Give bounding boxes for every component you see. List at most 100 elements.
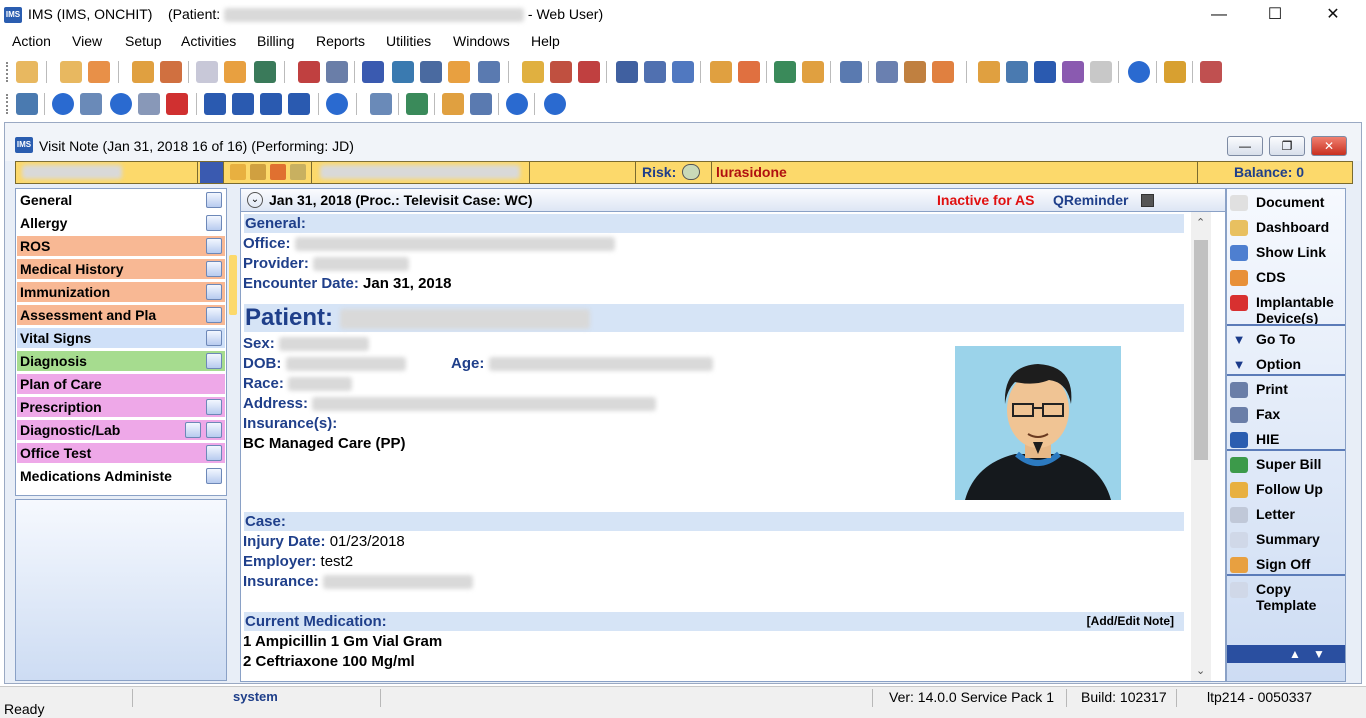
open-folder-icon[interactable] — [16, 93, 38, 115]
note-scrollbar[interactable]: ⌃ ⌄ — [1191, 212, 1211, 681]
word-icon[interactable] — [1034, 61, 1056, 83]
menu-utilities[interactable]: Utilities — [386, 33, 431, 49]
ledger-icon[interactable] — [478, 61, 500, 83]
first-record-icon[interactable] — [204, 93, 226, 115]
nav-item-medications-administe[interactable]: Medications Administe — [17, 466, 225, 487]
scan-icon[interactable] — [326, 61, 348, 83]
add-icon[interactable] — [52, 93, 74, 115]
go-to-button[interactable]: ▼ Go To — [1230, 330, 1344, 352]
super-bill-button[interactable]: Super Bill — [1230, 455, 1344, 477]
remove-icon[interactable] — [110, 93, 132, 115]
lock-icon[interactable] — [1164, 61, 1186, 83]
nav-item-plan-of-care[interactable]: Plan of Care — [17, 374, 225, 395]
print-button[interactable]: Print — [1230, 380, 1344, 402]
patient-icon[interactable] — [16, 61, 38, 83]
sync-icon[interactable] — [1006, 61, 1028, 83]
import-icon[interactable] — [978, 61, 1000, 83]
globe-icon[interactable] — [200, 162, 224, 183]
show-link-button[interactable]: Show Link — [1230, 243, 1344, 265]
search-record-icon[interactable] — [876, 61, 898, 83]
section-edit-icon[interactable] — [206, 330, 222, 346]
lab-flask-icon[interactable] — [224, 61, 246, 83]
section-edit-icon[interactable] — [206, 445, 222, 461]
settings-gear-icon[interactable] — [470, 93, 492, 115]
previous-record-icon[interactable] — [232, 93, 254, 115]
calendar-icon[interactable] — [522, 61, 544, 83]
copy-icon[interactable] — [370, 93, 392, 115]
follow-up-button[interactable]: Follow Up — [1230, 480, 1344, 502]
nav-item-vital-signs[interactable]: Vital Signs — [17, 328, 225, 349]
alert-icon[interactable] — [578, 61, 600, 83]
visit-restore-button[interactable]: ❐ — [1269, 136, 1305, 156]
section-edit-icon[interactable] — [206, 215, 222, 231]
next-record-icon[interactable] — [260, 93, 282, 115]
nav-item-office-test[interactable]: Office Test — [17, 443, 225, 464]
building-icon[interactable] — [840, 61, 862, 83]
note-edit-icon[interactable] — [160, 61, 182, 83]
minimize-button[interactable]: — — [1190, 0, 1248, 30]
message-icon[interactable] — [616, 61, 638, 83]
panel-scroll-up-icon[interactable]: ▲ — [1289, 647, 1301, 661]
template-check-icon[interactable] — [406, 93, 428, 115]
nav-item-diagnosis[interactable]: Diagnosis — [17, 351, 225, 372]
chart-icon[interactable] — [774, 61, 796, 83]
maximize-button[interactable]: ☐ — [1246, 0, 1304, 30]
prescription-icon[interactable] — [196, 61, 218, 83]
edit-icon[interactable] — [80, 93, 102, 115]
toolbar-grip[interactable] — [6, 94, 9, 114]
template-icon[interactable] — [1062, 61, 1084, 83]
visit-minimize-button[interactable]: — — [1227, 136, 1263, 156]
referring-icon[interactable] — [88, 61, 110, 83]
refresh-icon[interactable] — [326, 93, 348, 115]
document-doc-icon[interactable] — [298, 61, 320, 83]
patient-flags-icons[interactable] — [226, 162, 312, 183]
nav-item-assessment-and-pla[interactable]: Assessment and Pla — [17, 305, 225, 326]
section-edit-icon[interactable] — [206, 192, 222, 208]
menu-help[interactable]: Help — [531, 33, 560, 49]
lab-results-icon[interactable] — [185, 422, 201, 438]
nav-item-general[interactable]: General — [17, 190, 225, 211]
payment-icon[interactable] — [392, 61, 414, 83]
forms-icon[interactable] — [738, 61, 760, 83]
tasks-icon[interactable] — [550, 61, 572, 83]
section-edit-icon[interactable] — [206, 353, 222, 369]
dashboard-button[interactable]: Dashboard — [1230, 218, 1344, 240]
document-button[interactable]: Document — [1230, 193, 1344, 215]
users-icon[interactable] — [802, 61, 824, 83]
help-icon[interactable] — [1128, 61, 1150, 83]
toolbar-grip[interactable] — [6, 62, 9, 82]
visit-close-button[interactable]: ✕ — [1311, 136, 1347, 156]
panel-scroll-down-icon[interactable]: ▼ — [1313, 647, 1325, 661]
qreminder-checkbox[interactable] — [1141, 194, 1154, 207]
copy-template-button[interactable]: Copy Template — [1230, 580, 1344, 614]
close-visit-icon[interactable] — [544, 93, 566, 115]
section-edit-icon[interactable] — [206, 422, 222, 438]
pin-icon[interactable] — [904, 61, 926, 83]
help-icon[interactable] — [506, 93, 528, 115]
menu-view[interactable]: View — [72, 33, 102, 49]
eob-icon[interactable] — [448, 61, 470, 83]
menu-activities[interactable]: Activities — [181, 33, 236, 49]
menu-windows[interactable]: Windows — [453, 33, 510, 49]
section-edit-icon[interactable] — [206, 468, 222, 484]
favorite-heart-icon[interactable] — [166, 93, 188, 115]
nav-item-ros[interactable]: ROS — [17, 236, 225, 257]
nav-item-prescription[interactable]: Prescription — [17, 397, 225, 418]
shield-icon[interactable] — [254, 61, 276, 83]
provider-icon[interactable] — [60, 61, 82, 83]
billing-icon[interactable] — [362, 61, 384, 83]
menu-action[interactable]: Action — [12, 33, 51, 49]
section-edit-icon[interactable] — [206, 307, 222, 323]
fax-button[interactable]: Fax — [1230, 405, 1344, 427]
letter-button[interactable]: Letter — [1230, 505, 1344, 527]
section-edit-icon[interactable] — [206, 284, 222, 300]
collapse-chevron-icon[interactable]: ⌄ — [247, 192, 263, 208]
last-record-icon[interactable] — [288, 93, 310, 115]
cds-button[interactable]: CDS — [1230, 268, 1344, 290]
menu-setup[interactable]: Setup — [125, 33, 162, 49]
menu-reports[interactable]: Reports — [316, 33, 365, 49]
attach-icon[interactable] — [138, 93, 160, 115]
nav-item-medical-history[interactable]: Medical History — [17, 259, 225, 280]
scan-document-icon[interactable] — [442, 93, 464, 115]
scroll-up-icon[interactable]: ⌃ — [1196, 216, 1205, 229]
